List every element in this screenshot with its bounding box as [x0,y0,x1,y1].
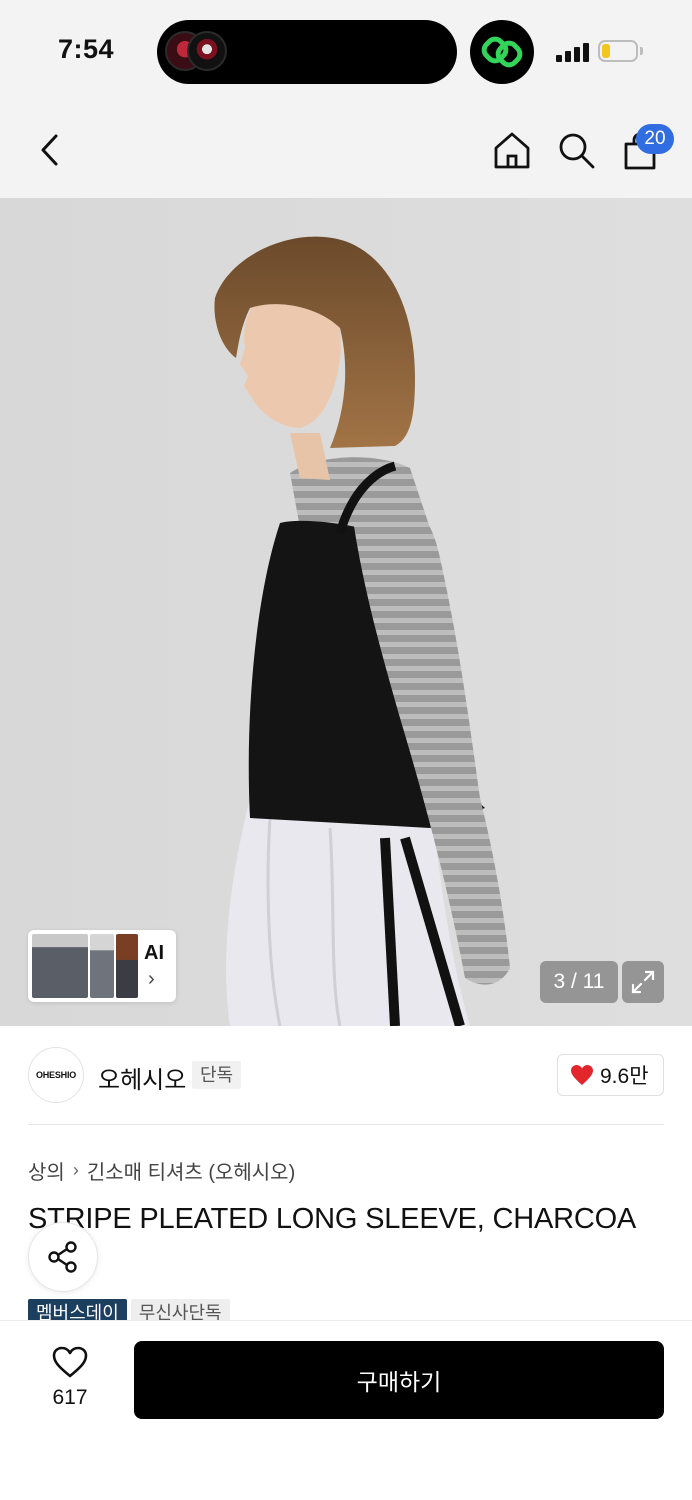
home-icon [494,132,530,169]
buy-button[interactable]: 구매하기 [134,1341,664,1419]
search-button[interactable] [554,128,598,172]
brand-like-count: 9.6만 [600,1065,649,1088]
expand-button[interactable] [622,961,664,1003]
battery-cap [640,47,643,55]
product-image-gallery[interactable] [0,198,692,1026]
wishlist-button[interactable]: 617 [40,1344,100,1414]
status-bar: 7:54 [0,0,692,100]
product-photo [0,198,692,1026]
share-icon [48,1241,77,1273]
brand-name[interactable]: 오헤시오 [98,1060,186,1095]
cart-count-badge: 20 [636,124,674,154]
link-icon [470,20,534,84]
wishlist-count: 617 [52,1386,88,1409]
brand-like-button[interactable]: 9.6만 [557,1054,664,1096]
expand-icon [631,970,655,994]
signal-icon [556,42,590,62]
top-nav [0,100,692,198]
brand-logo[interactable]: OHESHIO [28,1047,84,1103]
battery-icon [598,40,638,62]
heart-icon [571,1065,593,1085]
dynamic-island [157,20,457,84]
search-icon [559,133,595,169]
breadcrumb-category[interactable]: 상의 [28,1156,65,1185]
exclusive-badge: 단독 [192,1061,242,1089]
chevron-right-icon: › [72,1160,79,1180]
back-icon [41,134,58,166]
home-button[interactable] [490,128,534,172]
team-logo-icon [187,31,227,71]
breadcrumb-subcategory[interactable]: 긴소매 티셔츠 (오헤시오) [87,1156,295,1185]
share-button[interactable] [28,1222,98,1292]
product-title: STRIPE PLEATED LONG SLEEVE, CHARCOA [28,1203,637,1235]
image-counter: 3 / 11 [540,961,618,1003]
divider [28,1124,664,1125]
ai-similar-button[interactable]: AI › [28,930,176,1002]
back-button[interactable] [28,128,72,172]
status-time: 7:54 [58,34,115,64]
chevron-right-icon: › [148,968,155,990]
live-activity-badges [165,31,227,73]
ai-thumbnails [32,934,138,998]
breadcrumb: 상의 › 긴소매 티셔츠 (오헤시오) [28,1156,295,1185]
ai-label: AI [144,942,164,964]
heart-icon [52,1346,88,1378]
